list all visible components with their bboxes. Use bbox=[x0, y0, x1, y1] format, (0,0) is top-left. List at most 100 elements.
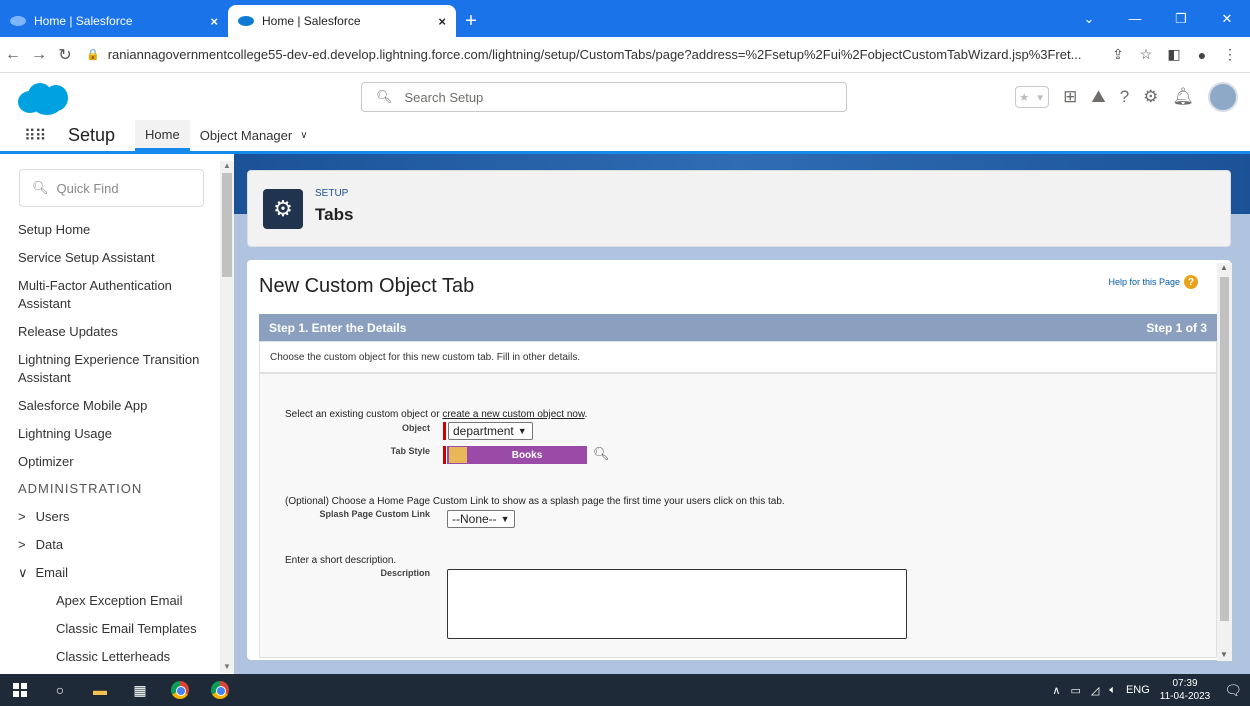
chrome-icon[interactable] bbox=[200, 681, 240, 699]
sidebar-item-salesforce-mobile-app[interactable]: Salesforce Mobile App bbox=[18, 397, 218, 415]
scroll-up-icon[interactable]: ▲ bbox=[223, 161, 231, 170]
share-icon[interactable]: ⇪ bbox=[1104, 46, 1132, 63]
minimize-icon[interactable]: — bbox=[1112, 0, 1158, 37]
sidebar-scrollbar[interactable]: ▲ ▼ bbox=[220, 161, 234, 673]
chrome-icon[interactable] bbox=[160, 681, 200, 699]
bookmark-star-icon[interactable]: ☆ bbox=[1132, 46, 1160, 63]
setup-search-input[interactable]: 🔍︎ Search Setup bbox=[361, 82, 847, 112]
sidebar-item-apex-exception-email[interactable]: Apex Exception Email bbox=[18, 592, 218, 610]
scroll-up-icon[interactable]: ▲ bbox=[1220, 263, 1228, 272]
setup-sidebar: 🔍︎ Quick Find Setup Home Service Setup A… bbox=[0, 157, 234, 674]
search-placeholder: Search Setup bbox=[404, 89, 484, 105]
store-icon[interactable]: ▦ bbox=[120, 682, 160, 699]
sidebar-item-optimizer[interactable]: Optimizer bbox=[18, 453, 218, 471]
lookup-magnifier-icon[interactable]: 🔍︎ bbox=[593, 446, 610, 462]
step-description: Choose the custom object for this new cu… bbox=[259, 341, 1217, 373]
favorites-star-icon[interactable]: ★ bbox=[1016, 87, 1032, 107]
sidebar-item-service-setup-assistant[interactable]: Service Setup Assistant bbox=[18, 249, 218, 267]
windows-start-icon[interactable] bbox=[0, 683, 40, 697]
browser-tab-1[interactable]: Home | Salesforce × bbox=[0, 5, 228, 37]
close-window-icon[interactable]: ✕ bbox=[1204, 0, 1250, 37]
sidebar-item-mfa-assistant[interactable]: Multi-Factor Authentication Assistant bbox=[18, 277, 218, 313]
battery-icon[interactable]: ▭ bbox=[1070, 684, 1080, 697]
sidebar-item-email[interactable]: ∨ Email bbox=[18, 564, 218, 582]
clock[interactable]: 07:39 11-04-2023 bbox=[1160, 677, 1210, 703]
avatar[interactable] bbox=[1208, 82, 1238, 112]
tab-home[interactable]: Home bbox=[135, 120, 190, 151]
sidebar-scroll-thumb[interactable] bbox=[222, 173, 232, 277]
scroll-down-icon[interactable]: ▼ bbox=[223, 662, 231, 671]
select-object-text: Select an existing custom object or crea… bbox=[285, 409, 587, 420]
required-indicator bbox=[443, 422, 446, 440]
profile-icon[interactable]: ● bbox=[1188, 47, 1216, 63]
setup-header-card: ⚙ SETUP Tabs bbox=[247, 170, 1231, 247]
close-tab-icon[interactable]: × bbox=[438, 14, 446, 29]
app-name: Setup bbox=[68, 125, 116, 145]
forward-icon[interactable]: → bbox=[26, 46, 52, 64]
splash-page-label: Splash Page Custom Link bbox=[319, 509, 430, 519]
tab-search-icon[interactable]: ⌄ bbox=[1066, 0, 1112, 37]
language-indicator[interactable]: ENG bbox=[1126, 684, 1150, 696]
step-title: Step 1. Enter the Details bbox=[269, 320, 407, 335]
network-icon[interactable]: ◿ bbox=[1091, 684, 1099, 697]
main-scrollbar[interactable]: ▲ ▼ bbox=[1217, 263, 1232, 661]
browser-tab-2[interactable]: Home | Salesforce × bbox=[228, 5, 456, 37]
favorites-dropdown-icon[interactable]: ▾ bbox=[1032, 87, 1048, 107]
help-for-this-page-link[interactable]: Help for this Page ? bbox=[1108, 275, 1198, 289]
side-panel-icon[interactable]: ◧ bbox=[1160, 46, 1188, 63]
notifications-bell-icon[interactable]: 🔔︎ bbox=[1172, 87, 1194, 107]
chevron-right-icon: > bbox=[18, 509, 26, 524]
sidebar-item-release-updates[interactable]: Release Updates bbox=[18, 323, 218, 341]
system-tray: ∧ ▭ ◿ 🔈︎ ENG 07:39 11-04-2023 🗨︎ bbox=[1042, 674, 1242, 706]
back-icon[interactable]: ← bbox=[0, 46, 26, 64]
gear-icon[interactable]: ⚙ bbox=[1143, 87, 1158, 107]
chevron-right-icon: > bbox=[18, 537, 26, 552]
app-launcher-icon[interactable]: ⠿⠿ bbox=[24, 126, 54, 146]
sidebar-item-classic-letterheads[interactable]: Classic Letterheads bbox=[18, 648, 218, 666]
notification-icon[interactable]: 🗨︎ bbox=[1224, 682, 1242, 699]
sidebar-item-setup-home[interactable]: Setup Home bbox=[18, 221, 218, 239]
restore-icon[interactable]: ❐ bbox=[1158, 0, 1204, 37]
search-circle-icon[interactable]: ○ bbox=[40, 682, 80, 698]
volume-icon[interactable]: 🔈︎ bbox=[1109, 684, 1116, 697]
new-tab-button[interactable]: + bbox=[456, 5, 486, 37]
create-link-suffix: . bbox=[584, 409, 588, 420]
description-textarea[interactable] bbox=[447, 569, 907, 639]
trailhead-icon[interactable]: ⛰ bbox=[1091, 87, 1105, 107]
tray-chevron-icon[interactable]: ∧ bbox=[1052, 684, 1060, 697]
help-icon[interactable]: ? bbox=[1120, 87, 1129, 107]
close-tab-icon[interactable]: × bbox=[210, 14, 218, 29]
chevron-down-icon[interactable]: ∨ bbox=[300, 130, 307, 141]
url-field[interactable]: 🔒 raniannagovernmentcollege55-dev-ed.dev… bbox=[86, 47, 1104, 62]
object-select[interactable]: department ▼ bbox=[448, 422, 533, 440]
chevron-down-icon: ∨ bbox=[18, 565, 28, 580]
create-new-custom-object-link[interactable]: create a new custom object now bbox=[442, 409, 584, 420]
scroll-down-icon[interactable]: ▼ bbox=[1220, 650, 1228, 659]
description-label: Description bbox=[380, 568, 430, 578]
splash-page-text: (Optional) Choose a Home Page Custom Lin… bbox=[285, 496, 785, 507]
sidebar-item-users[interactable]: > Users bbox=[18, 508, 218, 526]
menu-dots-icon[interactable]: ⋮ bbox=[1216, 46, 1244, 63]
reload-icon[interactable]: ↻ bbox=[52, 45, 78, 65]
sidebar-item-data[interactable]: > Data bbox=[18, 536, 218, 554]
clock-date: 11-04-2023 bbox=[1159, 691, 1211, 702]
tab-object-manager[interactable]: Object Manager ∨ bbox=[190, 120, 318, 151]
splash-page-select[interactable]: --None-- ▼ bbox=[447, 510, 515, 528]
salesforce-favicon-icon bbox=[10, 16, 26, 26]
quick-find-input[interactable]: 🔍︎ Quick Find bbox=[19, 169, 204, 207]
search-icon: 🔍︎ bbox=[376, 89, 393, 104]
file-explorer-icon[interactable]: ▬ bbox=[80, 682, 120, 698]
sidebar-item-lightning-usage[interactable]: Lightning Usage bbox=[18, 425, 218, 443]
main-scroll-thumb[interactable] bbox=[1220, 277, 1229, 621]
select-object-prompt: Select an existing custom object or bbox=[285, 409, 440, 420]
tab-home-label: Home bbox=[145, 126, 180, 142]
global-actions-icon[interactable]: ⊞ bbox=[1063, 87, 1077, 107]
salesforce-favicon-icon bbox=[238, 16, 254, 26]
sidebar-item-lex-transition-assistant[interactable]: Lightning Experience Transition Assistan… bbox=[18, 351, 218, 387]
lock-icon[interactable]: 🔒 bbox=[86, 48, 100, 61]
favorites-group: ★ ▾ bbox=[1015, 86, 1050, 108]
sidebar-item-classic-email-templates[interactable]: Classic Email Templates bbox=[18, 620, 218, 638]
salesforce-logo-icon[interactable] bbox=[18, 81, 74, 115]
sidebar-item-label: Email bbox=[35, 565, 69, 580]
tab-style-swatch: Books bbox=[447, 446, 587, 464]
